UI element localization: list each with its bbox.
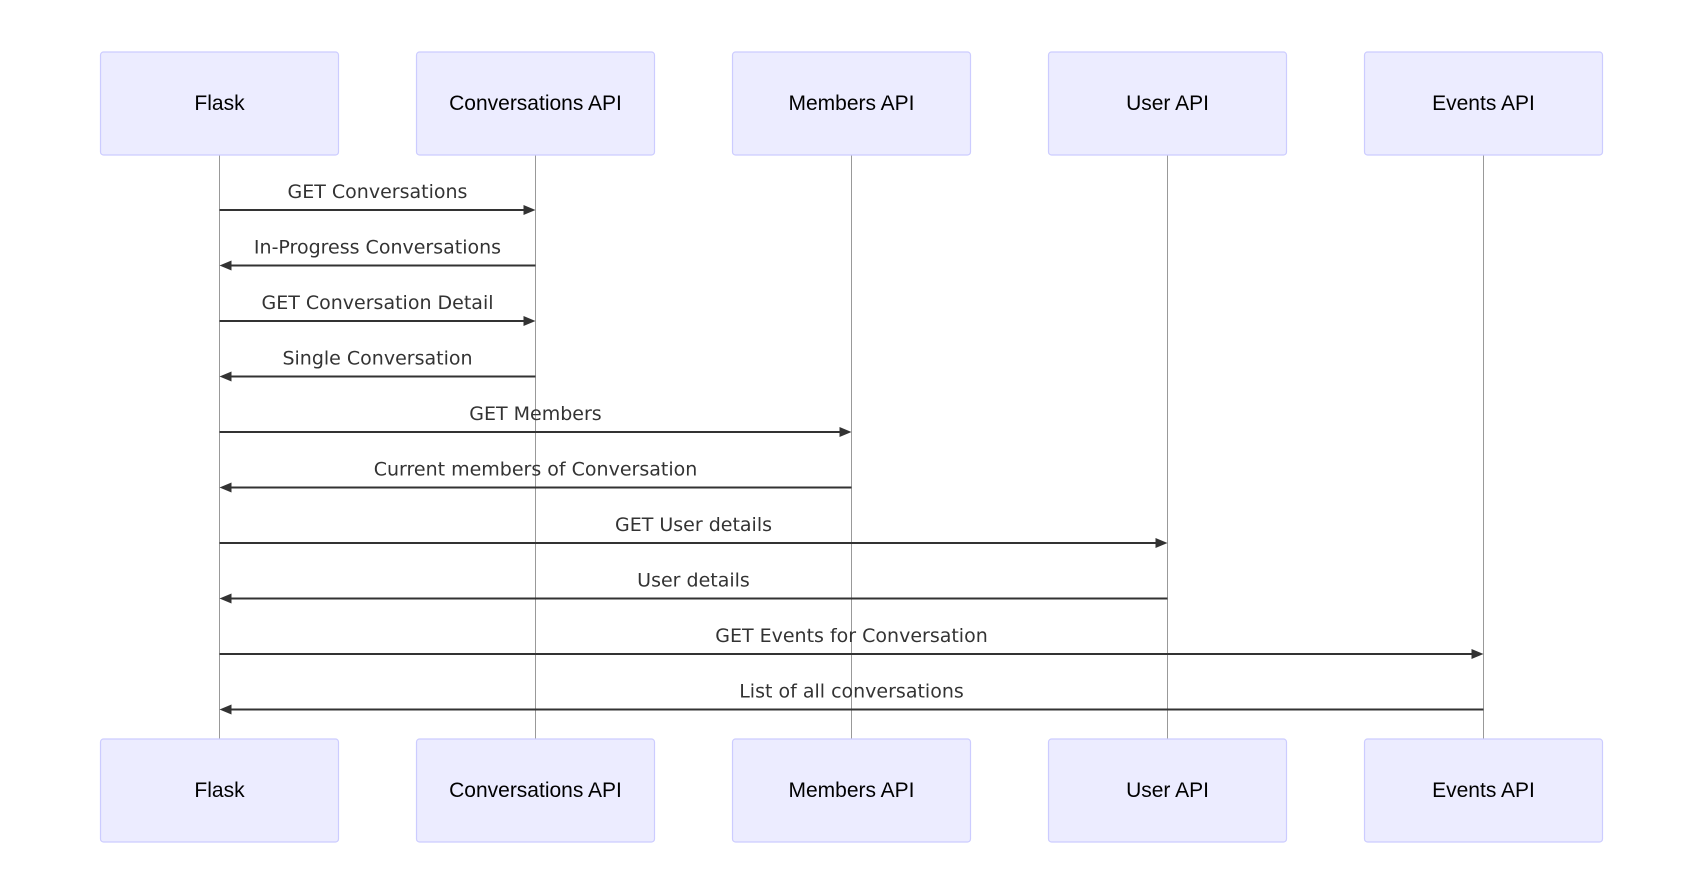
- sequence-diagram: Flask Conversations API Members API User AP…: [99, 51, 1604, 843]
- participant-events-bottom[interactable]: Events API: [1363, 738, 1604, 843]
- participant-label: Flask: [194, 92, 245, 115]
- participant-members-top[interactable]: Members API: [731, 51, 972, 156]
- message-label: Single Conversation: [282, 348, 472, 370]
- arrowhead-icon: [1471, 649, 1484, 659]
- participant-flask-bottom[interactable]: Flask: [99, 738, 340, 843]
- arrowhead-icon: [219, 482, 232, 493]
- arrowhead-icon: [523, 316, 536, 326]
- message-label: List of all conversations: [739, 681, 964, 703]
- message-3: GET Conversation Detail: [219, 292, 536, 326]
- message-label: GET Members: [469, 403, 601, 425]
- arrowhead-icon: [219, 593, 232, 604]
- message-label: GET Conversations: [288, 181, 468, 203]
- participant-label: Events API: [1432, 92, 1535, 115]
- arrowhead-icon: [219, 371, 232, 382]
- participants-bottom: Flask Conversations API Members API User AP…: [99, 738, 1604, 843]
- participant-events-top[interactable]: Events API: [1363, 51, 1604, 156]
- participant-label: Flask: [194, 779, 245, 802]
- participant-flask-top[interactable]: Flask: [99, 51, 340, 156]
- arrowhead-icon: [839, 427, 852, 437]
- message-label: GET Conversation Detail: [262, 292, 494, 314]
- participant-label: Conversations API: [449, 92, 622, 115]
- participant-label: Conversations API: [449, 779, 622, 802]
- message-label: GET Events for Conversation: [715, 625, 988, 647]
- participant-label: User API: [1126, 92, 1209, 115]
- message-9: GET Events for Conversation: [219, 625, 1484, 659]
- message-7: GET User details: [219, 514, 1168, 548]
- message-label: Current members of Conversation: [374, 459, 698, 481]
- message-label: In-Progress Conversations: [254, 237, 501, 259]
- arrowhead-icon: [1155, 538, 1168, 548]
- participant-conversations-bottom[interactable]: Conversations API: [415, 738, 656, 843]
- message-1: GET Conversations: [219, 181, 536, 215]
- message-5: GET Members: [219, 403, 852, 437]
- participants-top: Flask Conversations API Members API User AP…: [99, 51, 1604, 156]
- participant-label: Members API: [788, 779, 914, 802]
- arrowhead-icon: [219, 704, 232, 715]
- arrowhead-icon: [219, 260, 232, 271]
- participant-user-bottom[interactable]: User API: [1047, 738, 1288, 843]
- arrowhead-icon: [523, 205, 536, 215]
- participant-label: User API: [1126, 779, 1209, 802]
- message-8: User details: [219, 570, 1168, 604]
- participant-user-top[interactable]: User API: [1047, 51, 1288, 156]
- message-6: Current members of Conversation: [219, 459, 852, 493]
- participant-label: Members API: [788, 92, 914, 115]
- message-10: List of all conversations: [219, 681, 1484, 715]
- message-2: In-Progress Conversations: [219, 237, 536, 271]
- message-4: Single Conversation: [219, 348, 536, 382]
- message-label: GET User details: [615, 514, 772, 536]
- message-label: User details: [637, 570, 750, 592]
- participant-members-bottom[interactable]: Members API: [731, 738, 972, 843]
- participant-conversations-top[interactable]: Conversations API: [415, 51, 656, 156]
- participant-label: Events API: [1432, 779, 1535, 802]
